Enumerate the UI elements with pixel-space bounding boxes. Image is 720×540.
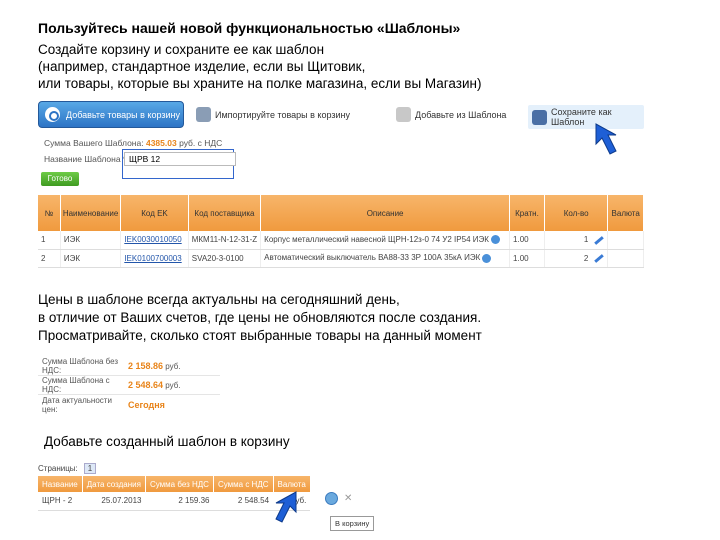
sum-no-vat-label: Сумма Шаблона без НДС: (42, 357, 119, 375)
column-header[interactable]: Дата создания (82, 476, 146, 492)
column-header[interactable]: Кратн. (509, 195, 545, 231)
cart-toolbar: Добавьте товары в корзину Импортируйте т… (38, 100, 644, 130)
floppy-disk-icon (532, 109, 547, 125)
row-actions: ✕ (325, 492, 352, 505)
column-header[interactable]: Описание (260, 195, 511, 231)
row-code-link[interactable]: IEK0100700003 (120, 249, 189, 268)
add-from-template-button[interactable]: Добавьте из Шаблона (396, 107, 506, 122)
row-quantity-value: 1 (583, 235, 589, 245)
cart-icon (396, 107, 411, 122)
pointer-arrow-shape (275, 491, 297, 523)
sum-no-vat-unit: руб. (165, 361, 181, 371)
sum-vat-unit: руб. (165, 380, 181, 390)
price-date-value: Сегодня (128, 400, 165, 410)
add-from-template-label: Добавьте из Шаблона (415, 109, 507, 120)
template-sum-suffix: руб. с НДС (179, 138, 223, 148)
column-header[interactable]: № (38, 195, 61, 231)
pages-label: Страницы: (38, 464, 78, 473)
intro-line: (например, стандартное изделие, если вы … (38, 59, 366, 74)
row-quantity-value: 2 (583, 253, 589, 263)
add-to-cart-label: Добавьте товары в корзину (66, 109, 180, 120)
sum-vat-label: Сумма Шаблона с НДС: (42, 376, 110, 394)
column-header[interactable]: Код EK (120, 195, 189, 231)
edit-pencil-icon[interactable] (594, 235, 605, 245)
row-quantity: 2 (544, 249, 609, 268)
table-row: 1 ИЭК IEK0030010050 МКМ11-N-12-31-Z Корп… (38, 231, 644, 250)
row-brand: ИЭК (60, 231, 122, 250)
row-brand: ИЭК (60, 249, 122, 268)
template-sums-screenshot: Сумма Шаблона без НДС: 2 158.86 руб. Сум… (38, 354, 220, 418)
column-header[interactable]: Сумма без НДС (145, 476, 214, 492)
sum-no-vat-value: 2 158.86 (128, 361, 164, 371)
price-date-label: Дата актуальности цен: (42, 396, 112, 414)
template-name-input[interactable] (124, 152, 236, 166)
template-name-label: Название Шаблона *: (44, 154, 129, 164)
import-button[interactable]: Импортируйте товары в корзину (196, 107, 350, 122)
sum-vat-row: Сумма Шаблона с НДС: 2 548.64 руб. (42, 376, 181, 394)
row-currency (607, 231, 644, 250)
intro-line: или товары, которые вы храните на полке … (38, 76, 482, 91)
template-date: 25.07.2013 (82, 492, 146, 511)
prices-line: Просматривайте, сколько стоят выбранные … (38, 328, 482, 343)
row-multiplicity: 1.00 (509, 249, 545, 268)
table-header-row: № Наименование Код EK Код поставщика Опи… (38, 195, 644, 231)
column-header[interactable]: Код поставщика (188, 195, 262, 231)
row-quantity: 1 (544, 231, 609, 250)
add-to-cart-text: Добавьте созданный шаблон в корзину (44, 434, 290, 449)
done-button[interactable]: Готово (41, 172, 79, 186)
intro-line: Создайте корзину и сохраните ее как шабл… (38, 42, 325, 57)
cart-table: № Наименование Код EK Код поставщика Опи… (38, 195, 644, 268)
row-description: Автоматический выключатель ВА88-33 3Р 10… (260, 249, 511, 268)
prices-text: Цены в шаблоне всегда актуальны на сегод… (38, 291, 482, 345)
add-to-cart-icon[interactable] (325, 492, 338, 505)
prices-line: Цены в шаблоне всегда актуальны на сегод… (38, 292, 400, 307)
pointer-arrow-shape (595, 123, 617, 155)
row-code-link[interactable]: IEK0030010050 (120, 231, 189, 250)
pagination: Страницы: 1 (38, 463, 97, 474)
templates-list-screenshot: Страницы: 1 Название Дата создания Сумма… (38, 462, 378, 537)
info-icon[interactable] (482, 253, 492, 263)
pointer-arrow-icon (275, 491, 297, 523)
page-number-button[interactable]: 1 (83, 463, 97, 474)
row-supplier-code: МКМ11-N-12-31-Z (188, 231, 262, 250)
price-date-row: Дата актуальности цен: Сегодня (42, 396, 165, 414)
column-header[interactable]: Название (38, 476, 83, 492)
prices-line: в отличие от Ваших счетов, где цены не о… (38, 310, 482, 325)
template-sum-no-vat: 2 159.36 (145, 492, 214, 511)
column-header[interactable]: Валюта (607, 195, 644, 231)
page-heading: Пользуйтесь нашей новой функциональность… (38, 20, 461, 36)
template-sum-label: Сумма Вашего Шаблона: (44, 138, 144, 148)
intro-text: Создайте корзину и сохраните ее как шабл… (38, 41, 678, 92)
row-supplier-code: SVA20-3-0100 (188, 249, 262, 268)
sum-no-vat-row: Сумма Шаблона без НДС: 2 158.86 руб. (42, 357, 181, 375)
column-header[interactable]: Наименование (60, 195, 122, 231)
pointer-arrow-icon (595, 123, 617, 155)
divider (38, 394, 220, 395)
row-multiplicity: 1.00 (509, 231, 545, 250)
template-name: ЩРН - 2 (38, 492, 83, 511)
add-to-cart-button[interactable]: Добавьте товары в корзину (38, 101, 184, 128)
template-sum-value: 4385.03 (145, 138, 177, 148)
row-description-text: Автоматический выключатель ВА88-33 3Р 10… (264, 253, 481, 263)
column-header[interactable]: Кол-во (544, 195, 609, 231)
row-description-text: Корпус металлический навесной ЩРН-12з-0 … (264, 235, 489, 245)
search-icon (45, 107, 60, 122)
info-icon[interactable] (490, 235, 500, 245)
template-editor-screenshot: Добавьте товары в корзину Импортируйте т… (38, 100, 644, 272)
import-label: Импортируйте товары в корзину (215, 109, 350, 120)
row-currency (607, 249, 644, 268)
template-sum: Сумма Вашего Шаблона: 4385.03 руб. с НДС (44, 138, 222, 148)
add-to-cart-tooltip: В корзину (330, 516, 375, 531)
row-number: 1 (38, 231, 61, 250)
row-number: 2 (38, 249, 61, 268)
table-row: 2 ИЭК IEK0100700003 SVA20-3-0100 Автомат… (38, 249, 644, 268)
edit-pencil-icon[interactable] (594, 254, 605, 263)
import-icon (196, 107, 211, 122)
delete-icon[interactable]: ✕ (344, 493, 352, 504)
row-description: Корпус металлический навесной ЩРН-12з-0 … (260, 231, 511, 250)
sum-vat-value: 2 548.64 (128, 380, 164, 390)
